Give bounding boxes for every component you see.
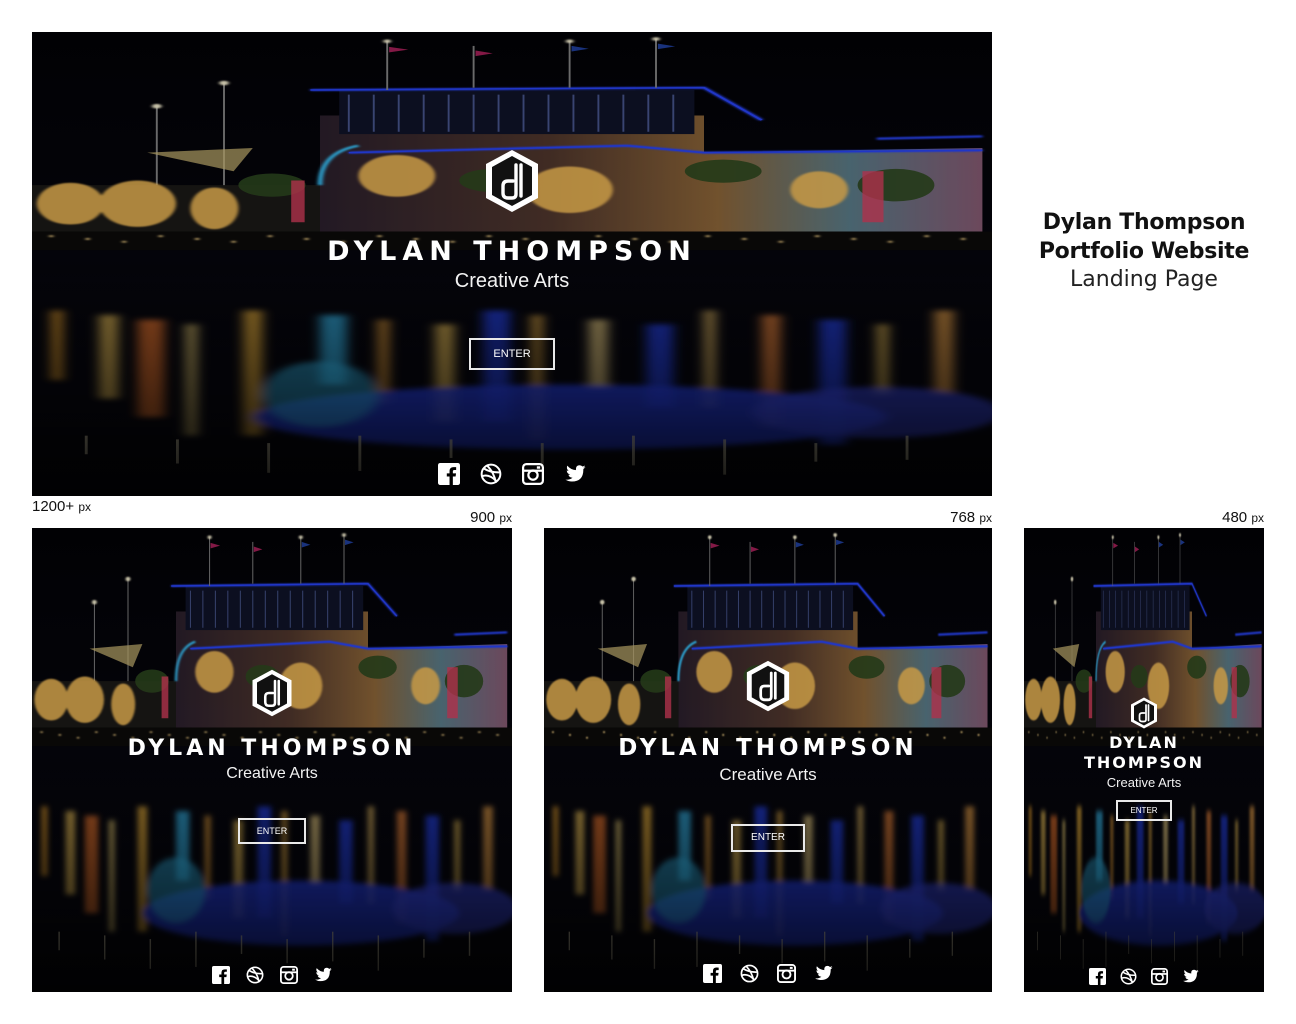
breakpoint-label-mobile: 480 px (1222, 509, 1264, 526)
social-links (1024, 968, 1264, 985)
twitter-icon[interactable] (1182, 968, 1199, 985)
site-tagline: Creative Arts (226, 765, 318, 782)
landing-preview-768: DYLAN THOMPSON Creative Arts ENTER (544, 528, 992, 992)
landing-preview-480: DYLAN THOMPSON Creative Arts ENTER (1024, 528, 1264, 992)
breakpoint-value: 900 (470, 509, 496, 526)
enter-button[interactable]: ENTER (1116, 800, 1172, 821)
twitter-icon[interactable] (814, 964, 833, 983)
facebook-icon[interactable] (703, 964, 722, 983)
site-name: DYLAN THOMPSON (127, 736, 417, 761)
enter-button[interactable]: ENTER (469, 338, 555, 370)
twitter-icon[interactable] (564, 463, 586, 485)
title-line-project: Portfolio Website (1038, 239, 1250, 264)
landing-preview-1200: DYLAN THOMPSON Creative Arts ENTER (32, 32, 992, 496)
breakpoint-value: 480 (1222, 509, 1248, 526)
breakpoint-value: 768 (950, 509, 976, 526)
landing-preview-900: DYLAN THOMPSON Creative Arts ENTER (32, 528, 512, 992)
dribbble-icon[interactable] (1120, 968, 1137, 985)
dribbble-icon[interactable] (480, 463, 502, 485)
breakpoint-unit: px (979, 511, 992, 525)
site-tagline: Creative Arts (719, 765, 817, 784)
instagram-icon[interactable] (280, 966, 298, 984)
site-tagline: Creative Arts (454, 270, 570, 292)
title-line-name: Dylan Thompson (1042, 210, 1246, 235)
dribbble-icon[interactable] (740, 964, 759, 983)
dribbble-icon[interactable] (246, 966, 264, 984)
site-name: DYLAN THOMPSON (327, 236, 697, 267)
site-name: DYLAN THOMPSON (618, 735, 918, 761)
breakpoint-label-large: 1200+ px (32, 498, 91, 515)
site-tagline: Creative Arts (1106, 775, 1182, 790)
breakpoint-label-medium: 900 px (470, 509, 512, 526)
facebook-icon[interactable] (212, 966, 230, 984)
dt-logo[interactable] (1128, 696, 1160, 730)
social-links (544, 964, 992, 983)
facebook-icon[interactable] (1089, 968, 1106, 985)
title-line-subject: Landing Page (1070, 267, 1218, 292)
breakpoint-unit: px (78, 500, 91, 514)
twitter-icon[interactable] (314, 966, 332, 984)
breakpoint-unit: px (1251, 511, 1264, 525)
dt-logo[interactable] (480, 148, 544, 214)
dt-logo[interactable] (248, 668, 296, 718)
site-name-line-2: THOMPSON (1083, 753, 1205, 772)
enter-button[interactable]: ENTER (731, 824, 805, 852)
social-links (32, 966, 512, 984)
instagram-icon[interactable] (777, 964, 796, 983)
dt-logo[interactable] (742, 658, 794, 714)
instagram-icon[interactable] (1151, 968, 1168, 985)
social-links (32, 463, 992, 485)
enter-button[interactable]: ENTER (238, 818, 306, 844)
document-title: Dylan Thompson Portfolio Website Landing… (1008, 208, 1280, 294)
facebook-icon[interactable] (438, 463, 460, 485)
breakpoint-value: 1200+ (32, 498, 75, 515)
breakpoint-label-tablet: 768 px (950, 509, 992, 526)
site-name-line-1: DYLAN (1109, 733, 1179, 752)
instagram-icon[interactable] (522, 463, 544, 485)
breakpoint-unit: px (499, 511, 512, 525)
